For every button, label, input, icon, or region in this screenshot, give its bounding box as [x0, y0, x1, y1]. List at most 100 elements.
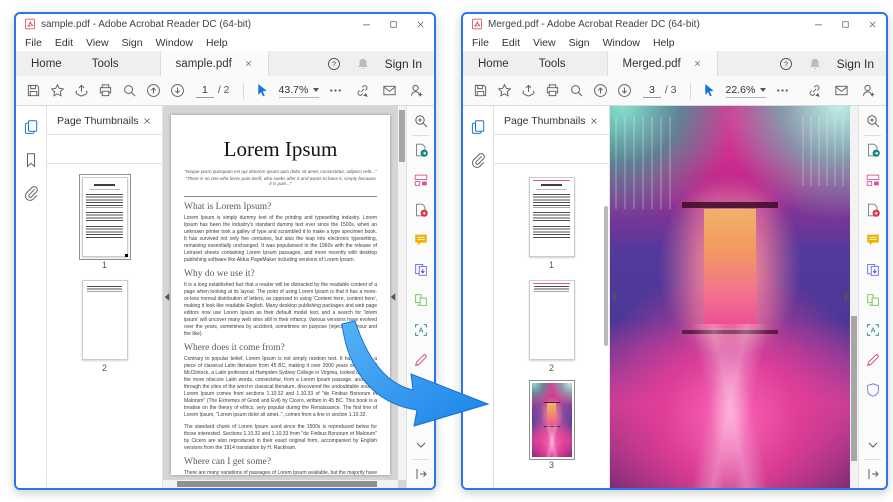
menu-sign[interactable]: Sign: [122, 37, 143, 49]
compress-pdf-icon[interactable]: [413, 262, 429, 278]
close-icon[interactable]: [415, 19, 426, 30]
close-icon[interactable]: [867, 19, 878, 30]
page-number-input[interactable]: 1: [196, 84, 214, 98]
notifications-bell-icon[interactable]: [808, 57, 822, 71]
tab-home[interactable]: Home: [16, 51, 77, 76]
vertical-scrollbar[interactable]: [398, 106, 406, 480]
search-tools-icon[interactable]: [413, 113, 429, 129]
more-tools-chevron-icon[interactable]: [865, 437, 881, 453]
tab-document[interactable]: sample.pdf: [160, 51, 269, 76]
tab-close-icon[interactable]: [693, 59, 702, 68]
fill-sign-icon[interactable]: [865, 352, 881, 368]
horizontal-scrollbar[interactable]: [163, 480, 398, 488]
panel-scrollbar[interactable]: [604, 206, 608, 346]
comment-icon[interactable]: [865, 232, 881, 248]
attachments-icon[interactable]: [470, 152, 486, 168]
thumbnail-page-2[interactable]: 2: [82, 280, 128, 373]
favorite-star-button[interactable]: [497, 83, 512, 98]
minimize-icon[interactable]: [361, 19, 372, 30]
vertical-scrollbar[interactable]: [850, 106, 858, 488]
search-button[interactable]: [122, 83, 137, 98]
page-number-input[interactable]: 3: [643, 84, 661, 98]
help-icon[interactable]: [327, 57, 341, 71]
page-thumbnails-icon[interactable]: [23, 119, 39, 135]
export-pdf-icon[interactable]: [865, 142, 881, 158]
bookmarks-icon[interactable]: [23, 152, 39, 168]
organize-pages-icon[interactable]: [413, 172, 429, 188]
share-link-button[interactable]: [807, 83, 822, 98]
share-upload-button[interactable]: [521, 83, 536, 98]
more-tools-button[interactable]: [328, 83, 343, 98]
help-icon[interactable]: [779, 57, 793, 71]
organize-pages-icon[interactable]: [865, 172, 881, 188]
request-signatures-button[interactable]: [861, 83, 876, 98]
thumbnail-page-3[interactable]: 3: [532, 383, 572, 470]
create-pdf-icon[interactable]: [413, 202, 429, 218]
page-thumbnails-icon[interactable]: [470, 119, 486, 135]
zoom-level-dropdown[interactable]: 22.6%: [726, 84, 767, 98]
compress-pdf-icon[interactable]: [865, 262, 881, 278]
request-signatures-button[interactable]: [409, 83, 424, 98]
more-tools-chevron-icon[interactable]: [413, 437, 429, 453]
menu-edit[interactable]: Edit: [502, 37, 520, 49]
scan-ocr-icon[interactable]: [413, 322, 429, 338]
select-tool-cursor-icon[interactable]: [702, 83, 717, 98]
email-button[interactable]: [834, 83, 849, 98]
share-upload-button[interactable]: [74, 83, 89, 98]
scan-ocr-icon[interactable]: [865, 322, 881, 338]
thumbnail-page-1[interactable]: 1: [529, 177, 575, 270]
menu-file[interactable]: File: [25, 37, 42, 49]
export-pdf-icon[interactable]: [413, 142, 429, 158]
attachments-icon[interactable]: [23, 185, 39, 201]
menu-file[interactable]: File: [472, 37, 489, 49]
collapse-panel-left-icon[interactable]: [164, 292, 170, 302]
email-button[interactable]: [382, 83, 397, 98]
collapse-tools-pane-icon[interactable]: [413, 466, 429, 482]
minimize-icon[interactable]: [813, 19, 824, 30]
menu-sign[interactable]: Sign: [569, 37, 590, 49]
fill-sign-icon[interactable]: [413, 352, 429, 368]
menu-edit[interactable]: Edit: [55, 37, 73, 49]
combine-files-icon[interactable]: [865, 292, 881, 308]
notifications-bell-icon[interactable]: [356, 57, 370, 71]
maximize-icon[interactable]: [840, 19, 851, 30]
collapse-panel-right-icon[interactable]: [842, 292, 848, 302]
combine-files-icon[interactable]: [413, 292, 429, 308]
thumbnail-page-1[interactable]: 1: [82, 177, 128, 270]
print-button[interactable]: [545, 83, 560, 98]
menu-window[interactable]: Window: [156, 37, 193, 49]
print-button[interactable]: [98, 83, 113, 98]
save-button[interactable]: [473, 83, 488, 98]
next-page-button[interactable]: [617, 83, 632, 98]
thumbnail-page-2[interactable]: 2: [529, 280, 575, 373]
sign-in-button[interactable]: Sign In: [837, 57, 874, 71]
collapse-panel-left-icon[interactable]: [611, 292, 617, 302]
more-tools-button[interactable]: [775, 83, 790, 98]
menu-help[interactable]: Help: [653, 37, 675, 49]
select-tool-cursor-icon[interactable]: [255, 83, 270, 98]
maximize-icon[interactable]: [388, 19, 399, 30]
menu-view[interactable]: View: [86, 37, 109, 49]
previous-page-button[interactable]: [593, 83, 608, 98]
create-pdf-icon[interactable]: [865, 202, 881, 218]
tab-document[interactable]: Merged.pdf: [607, 51, 718, 76]
search-button[interactable]: [569, 83, 584, 98]
protect-icon[interactable]: [865, 382, 881, 398]
collapse-panel-right-icon[interactable]: [390, 292, 396, 302]
zoom-level-dropdown[interactable]: 43.7%: [279, 84, 320, 98]
save-button[interactable]: [26, 83, 41, 98]
tab-close-icon[interactable]: [244, 59, 253, 68]
menu-view[interactable]: View: [533, 37, 556, 49]
next-page-button[interactable]: [170, 83, 185, 98]
menu-help[interactable]: Help: [206, 37, 228, 49]
tab-tools[interactable]: Tools: [524, 51, 581, 76]
previous-page-button[interactable]: [146, 83, 161, 98]
tab-tools[interactable]: Tools: [77, 51, 134, 76]
favorite-star-button[interactable]: [50, 83, 65, 98]
comment-icon[interactable]: [413, 232, 429, 248]
search-tools-icon[interactable]: [865, 113, 881, 129]
collapse-tools-pane-icon[interactable]: [865, 466, 881, 482]
menu-window[interactable]: Window: [603, 37, 640, 49]
share-link-button[interactable]: [355, 83, 370, 98]
panel-close-icon[interactable]: [142, 116, 152, 126]
